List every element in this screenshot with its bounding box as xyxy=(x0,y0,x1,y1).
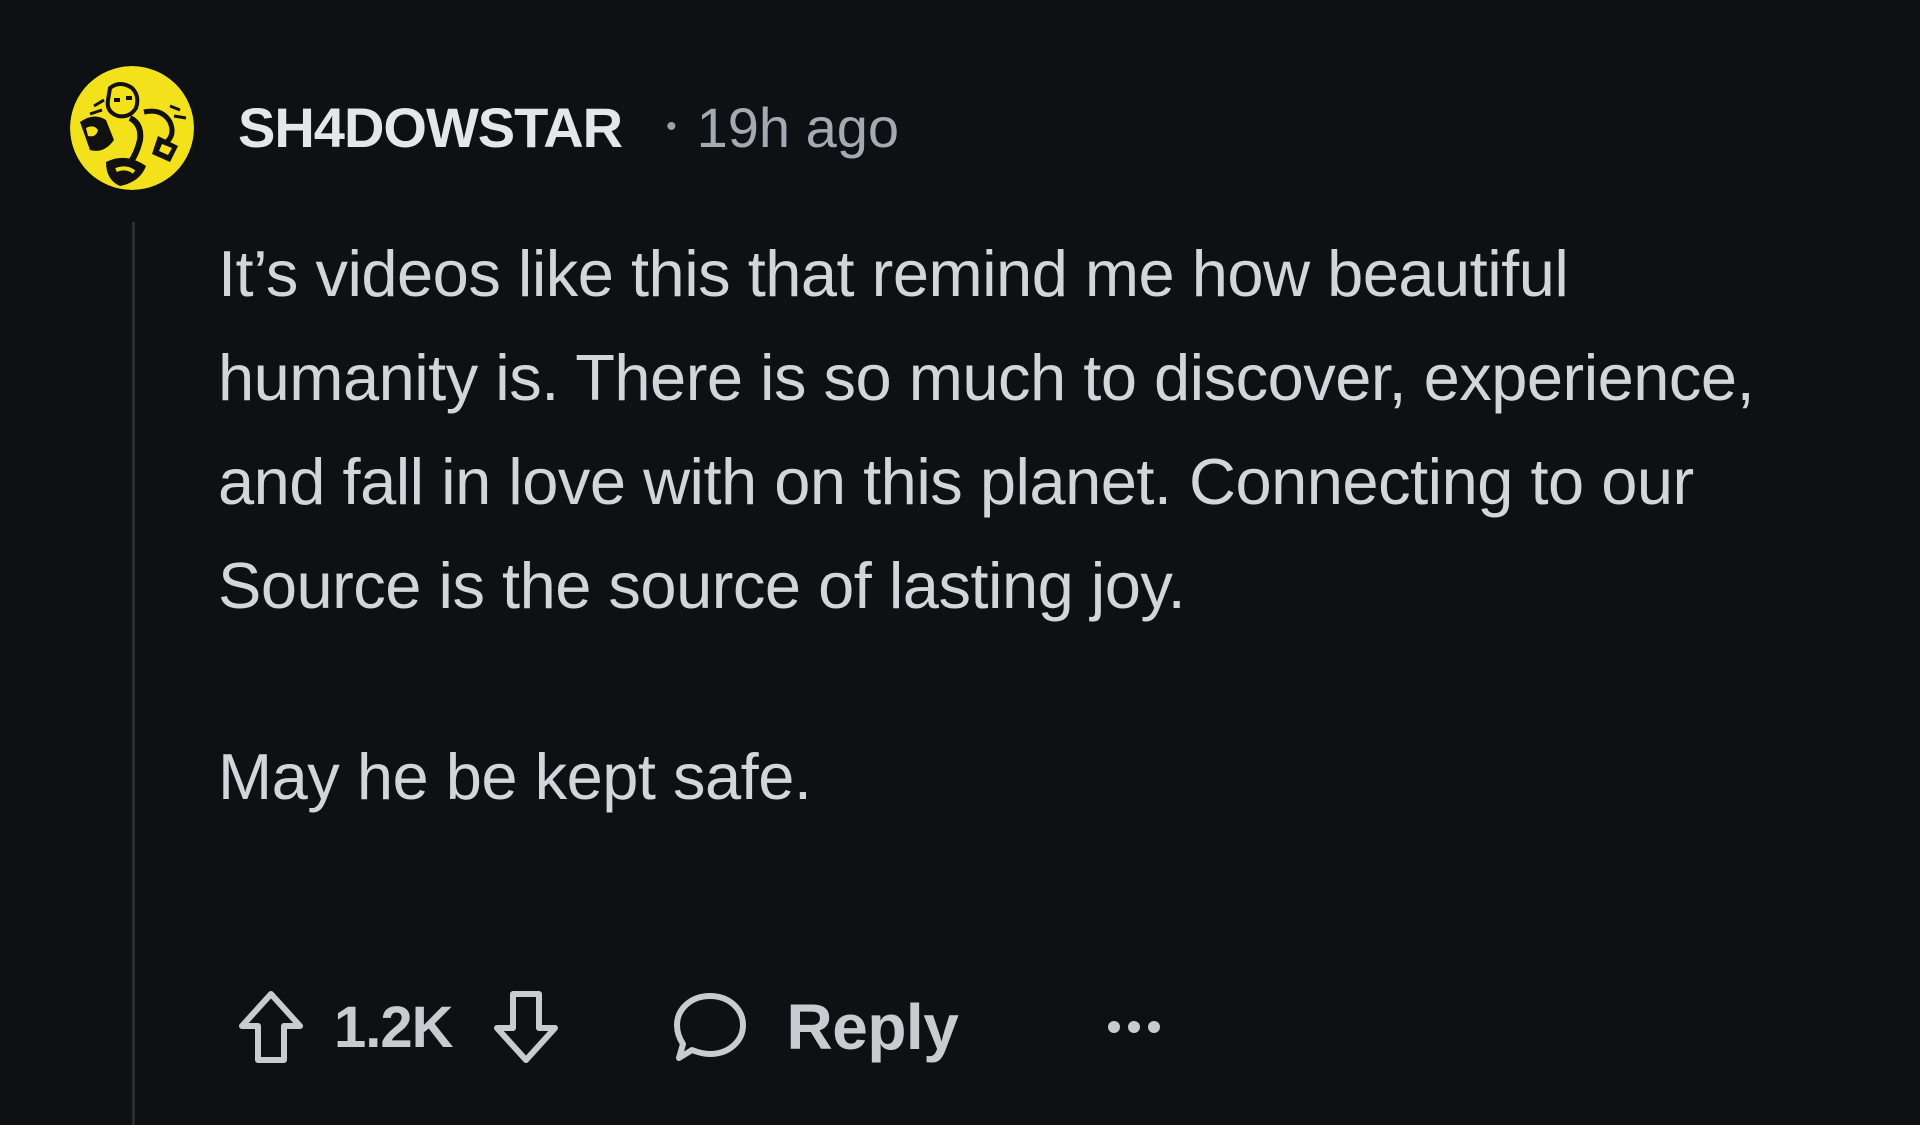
avatar[interactable] xyxy=(70,66,194,190)
comic-avatar-icon xyxy=(70,66,194,190)
reply-button[interactable]: Reply xyxy=(671,990,959,1064)
upvote-button[interactable] xyxy=(236,988,306,1066)
comment: SH4DOWSTAR • 19h ago It’s videos like th… xyxy=(0,0,1920,1125)
separator-dot: • xyxy=(666,110,677,143)
more-options-button[interactable] xyxy=(1106,1017,1162,1037)
speech-bubble-icon xyxy=(671,990,749,1064)
vote-count: 1.2K xyxy=(334,994,454,1060)
comment-paragraph: May he be kept safe. xyxy=(218,740,812,813)
arrow-down-icon xyxy=(493,991,558,1063)
comment-actions: 1.2K Reply xyxy=(236,980,1162,1074)
comment-body: It’s videos like this that remind me how… xyxy=(218,222,1798,829)
username[interactable]: SH4DOWSTAR xyxy=(238,95,623,160)
reply-label: Reply xyxy=(786,991,959,1063)
thread-line[interactable] xyxy=(132,222,135,1125)
arrow-up-icon xyxy=(239,991,303,1063)
comment-header: SH4DOWSTAR • 19h ago xyxy=(238,92,899,162)
ellipsis-icon xyxy=(1108,1021,1161,1033)
timestamp: 19h ago xyxy=(696,95,900,159)
comment-paragraph: It’s videos like this that remind me how… xyxy=(218,237,1755,622)
downvote-button[interactable] xyxy=(491,988,561,1066)
